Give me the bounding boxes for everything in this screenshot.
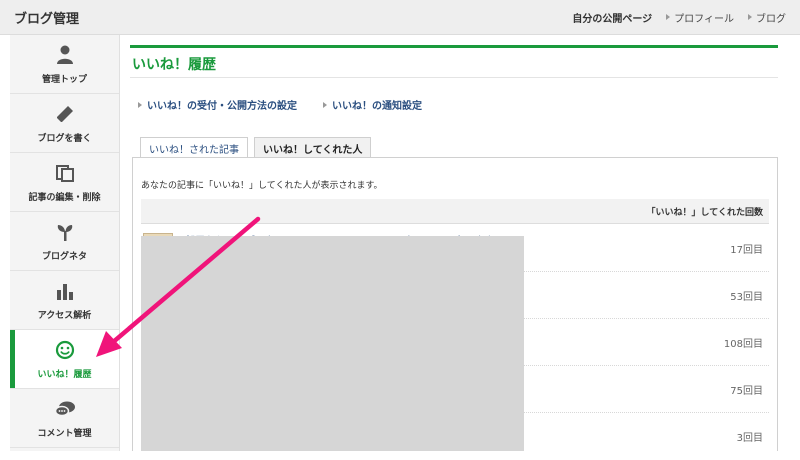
triangle-right-icon [748, 14, 752, 20]
reception-settings-link[interactable]: いいね！の受付・公開方法の設定 [138, 97, 297, 112]
sidebar-item-likes-history[interactable]: いいね！履歴 [10, 330, 119, 389]
settings-links: いいね！の受付・公開方法の設定 いいね！の通知設定 [138, 97, 422, 112]
sidebar-item-label: ブログを書く [37, 133, 92, 144]
sidebar-item-dashboard[interactable]: 管理トップ [10, 35, 119, 94]
sidebar-item-label: いいね！履歴 [37, 369, 92, 380]
page-title: いいね！履歴 [132, 57, 216, 73]
notification-settings-link[interactable]: いいね！の通知設定 [323, 97, 422, 112]
profile-link-label: プロフィール [674, 13, 734, 25]
like-count: 53回目 [730, 292, 763, 303]
files-icon [54, 162, 76, 184]
title-accent-bar [130, 45, 778, 48]
triangle-right-icon [323, 101, 327, 108]
triangle-right-icon [138, 101, 142, 108]
sidebar-item-label: コメント管理 [37, 428, 92, 439]
sidebar-item-edit[interactable]: 記事の編集・削除 [10, 153, 119, 212]
speech-bubbles-icon [54, 398, 76, 420]
sidebar-item-write[interactable]: ブログを書く [10, 94, 119, 153]
tab-liked-by-people[interactable]: いいね！してくれた人 [254, 137, 372, 159]
smiley-icon [54, 339, 76, 361]
profile-link[interactable]: プロフィール [666, 10, 734, 25]
sidebar-item-analytics[interactable]: アクセス解析 [10, 271, 119, 330]
tab-liked-articles[interactable]: いいね！された記事 [140, 137, 248, 159]
tab-bar: いいね！された記事 いいね！してくれた人 [140, 137, 372, 159]
table-header: 「いいね！」してくれた回数 [141, 199, 769, 224]
blog-link[interactable]: ブログ [748, 10, 786, 25]
sidebar-item-topics[interactable]: ブログネタ [10, 212, 119, 271]
like-count: 108回目 [723, 339, 763, 350]
redaction-block [141, 236, 524, 451]
app-title: ブログ管理 [14, 11, 80, 27]
sidebar-item-label: 記事の編集・削除 [28, 192, 101, 203]
like-count: 75回目 [730, 386, 763, 397]
top-links: 自分の公開ページ プロフィール ブログ [572, 10, 786, 25]
sidebar-item-comments[interactable]: コメント管理 [10, 389, 119, 448]
like-count: 3回目 [736, 433, 763, 444]
pencil-icon [54, 103, 76, 125]
top-bar: ブログ管理 自分の公開ページ プロフィール ブログ [0, 0, 800, 35]
like-count: 17回目 [730, 245, 763, 256]
reception-settings-label: いいね！の受付・公開方法の設定 [147, 101, 297, 112]
sidebar-item-label: 管理トップ [41, 74, 87, 85]
person-icon [54, 44, 76, 66]
notification-settings-label: いいね！の通知設定 [332, 101, 422, 112]
sidebar-item-label: ブログネタ [41, 251, 87, 262]
panel-description: あなたの記事に「いいね！」してくれた人が表示されます。 [141, 181, 383, 191]
bar-chart-icon [54, 280, 76, 302]
sidebar-item-label: アクセス解析 [37, 310, 92, 321]
triangle-right-icon [666, 14, 671, 20]
divider [130, 77, 778, 78]
sidebar: 管理トップ ブログを書く 記事の編集・削除 ブログネタ アクセス解析 いいね！履… [10, 35, 120, 451]
blog-link-label: ブログ [756, 13, 786, 25]
sprout-icon [54, 221, 76, 243]
my-public-page-link[interactable]: 自分の公開ページ [572, 10, 652, 25]
column-header-like-count: 「いいね！」してくれた回数 [646, 207, 763, 218]
